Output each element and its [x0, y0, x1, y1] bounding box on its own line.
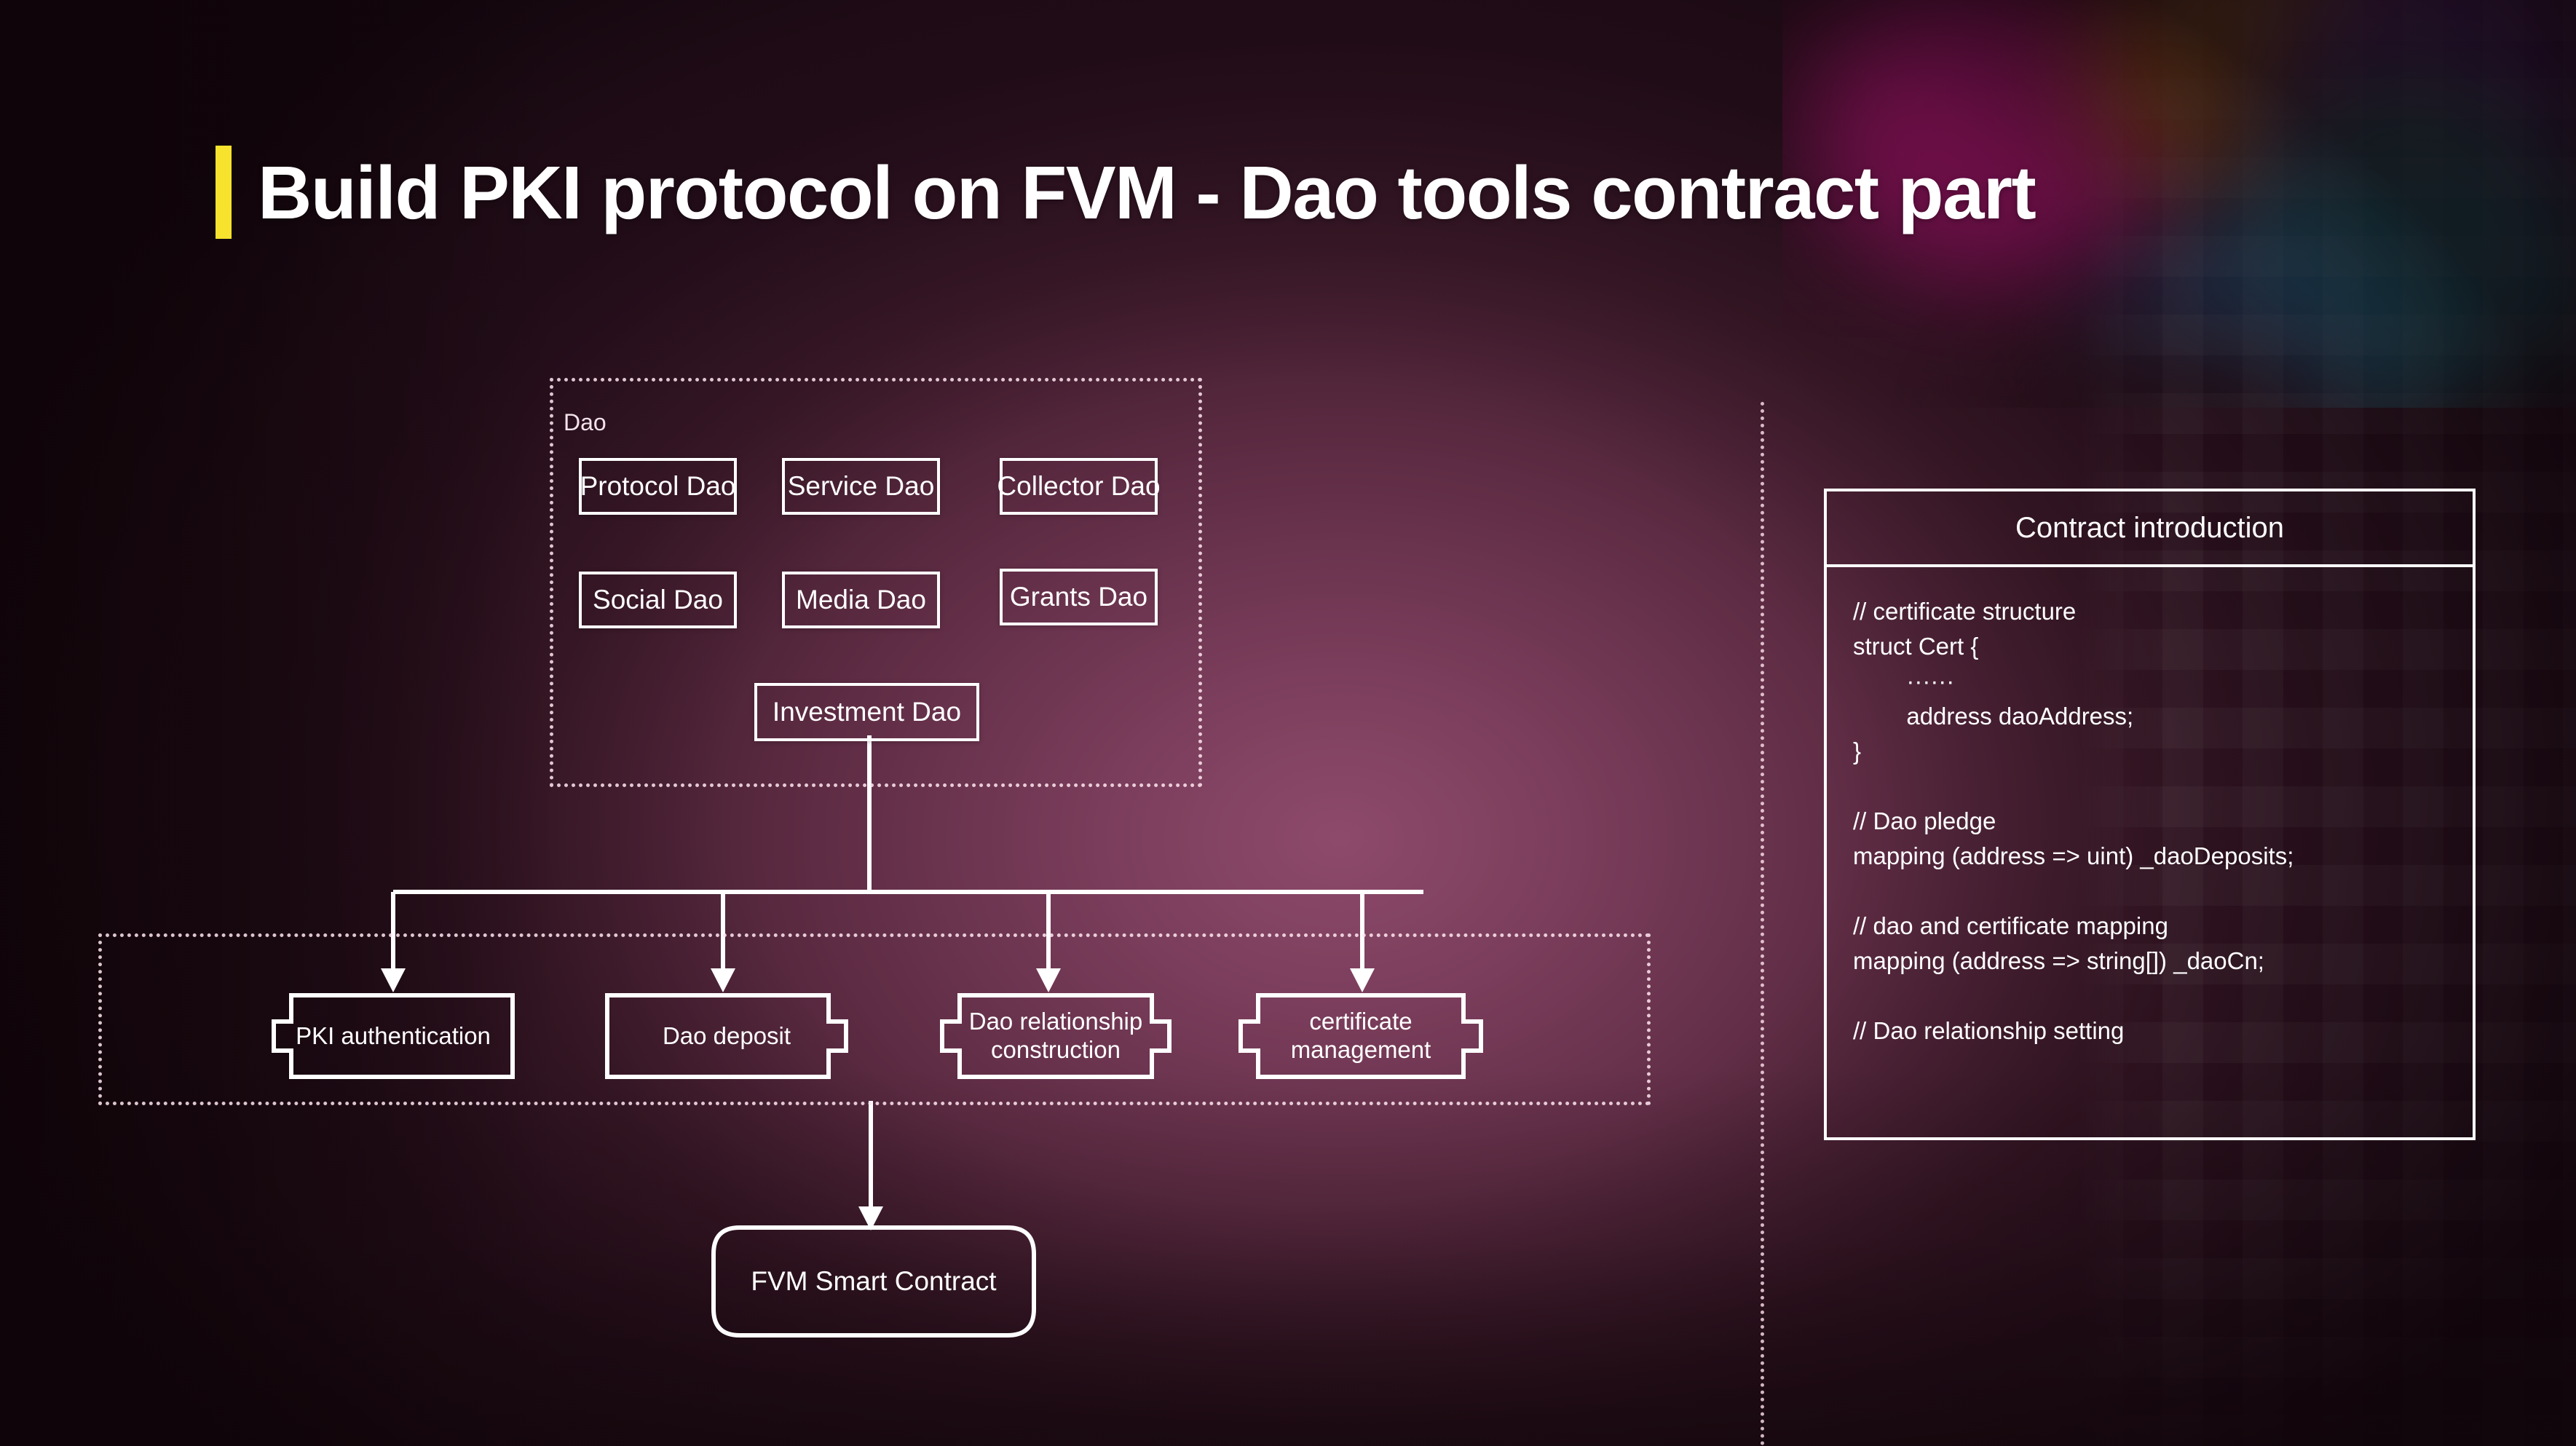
title-accent-bar [216, 146, 232, 239]
code-spacer [1853, 774, 2446, 809]
dao-box-collector[interactable]: Collector Dao [997, 458, 1161, 515]
process-box-label: Dao deposit [662, 1022, 791, 1049]
dao-box-label: Protocol Dao [580, 471, 736, 501]
code-line: struct Cert { [1853, 633, 1979, 660]
code-line: // Dao pledge [1853, 807, 1996, 834]
dao-group-label: Dao [564, 409, 607, 435]
code-line: } [1853, 738, 1862, 765]
dao-box-service[interactable]: Service Dao [782, 458, 940, 515]
process-box-label: PKI authentication [296, 1022, 491, 1049]
panel-code-body: // certificate structure struct Cert { ·… [1827, 567, 2473, 1054]
process-box-pki-authentication[interactable]: PKI authentication [271, 992, 515, 1080]
process-box-label: Dao relationship construction [968, 1008, 1143, 1063]
fvm-smart-contract-box[interactable]: FVM Smart Contract [711, 1225, 1037, 1338]
code-spacer [1853, 879, 2446, 914]
dao-box-label: Investment Dao [772, 697, 962, 727]
panel-header: Contract introduction [1827, 491, 2473, 567]
code-line: // Dao relationship setting [1853, 1017, 2125, 1044]
dao-box-media[interactable]: Media Dao [782, 572, 940, 628]
dao-box-label: Social Dao [593, 585, 723, 615]
dao-box-investment[interactable]: Investment Dao [754, 683, 979, 741]
process-box-dao-relationship-construction[interactable]: Dao relationship construction [939, 992, 1172, 1080]
code-line: ······ [1853, 668, 1955, 695]
code-line: // certificate structure [1853, 598, 2077, 625]
dao-box-social[interactable]: Social Dao [579, 572, 737, 628]
code-line: mapping (address => uint) _daoDeposits; [1853, 842, 2294, 869]
contract-introduction-panel: Contract introduction // certificate str… [1824, 489, 2476, 1140]
code-line: // dao and certificate mapping [1853, 912, 2168, 939]
dao-box-grants[interactable]: Grants Dao [1000, 569, 1158, 625]
process-box-dao-deposit[interactable]: Dao deposit [604, 992, 849, 1080]
process-box-certificate-management[interactable]: certificate management [1238, 992, 1484, 1080]
process-box-label: certificate management [1290, 1008, 1431, 1063]
dao-box-label: Service Dao [787, 471, 935, 501]
dao-box-label: Media Dao [796, 585, 926, 615]
slide-header: Build PKI protocol on FVM - Dao tools co… [216, 146, 2036, 239]
page-title: Build PKI protocol on FVM - Dao tools co… [258, 150, 2036, 234]
panel-header-label: Contract introduction [2015, 511, 2285, 544]
dao-box-label: Collector Dao [997, 471, 1161, 501]
slide-root: Build PKI protocol on FVM - Dao tools co… [0, 0, 2576, 1446]
dao-box-label: Grants Dao [1009, 582, 1148, 612]
dao-box-protocol[interactable]: Protocol Dao [579, 458, 737, 515]
vertical-dotted-divider [1761, 402, 1764, 1446]
code-line: address daoAddress; [1853, 703, 2134, 730]
code-line: mapping (address => string[]) _daoCn; [1853, 947, 2264, 974]
fvm-box-label: FVM Smart Contract [751, 1266, 997, 1296]
code-spacer [1853, 984, 2446, 1019]
